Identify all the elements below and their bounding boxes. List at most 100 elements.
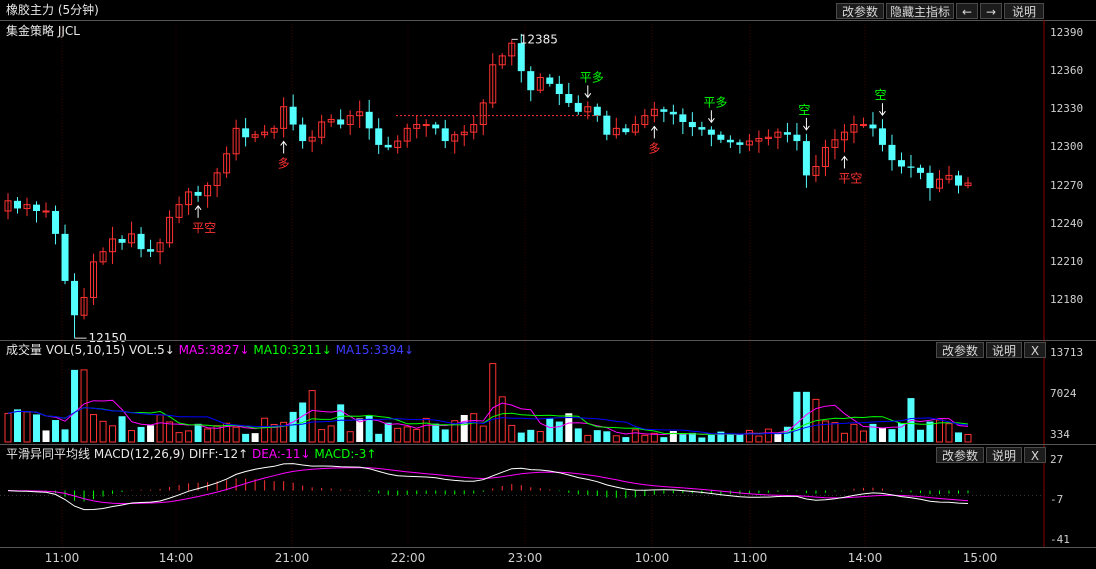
macd-edit-params-button[interactable]: 改参数 [936,447,984,463]
volume-bar [23,411,31,443]
candle-down [888,144,896,161]
volume-bar [612,435,620,443]
candle-down [793,134,801,142]
volume-bar [584,434,592,443]
volume-bar [375,433,383,442]
volume-bar [717,431,725,442]
candle-down [555,83,563,95]
volume-bar [622,437,630,442]
candle-down [33,204,41,211]
candle-down [688,122,696,128]
candle-down [926,172,934,189]
candle-down [289,106,297,125]
time-x-tick: 15:00 [962,551,998,565]
volume-edit-params-button[interactable]: 改参数 [936,342,984,358]
macd-value: MACD:-3↑ [314,447,377,461]
volume-bar [422,417,430,443]
price-y-tick: 12360 [1050,64,1084,78]
signal-label: 空 [798,103,810,117]
candle-down [118,238,126,243]
volume-bar [527,429,535,442]
time-x-tick: 14:00 [847,551,883,565]
volume-close-button[interactable]: X [1024,342,1046,358]
candle-down [432,124,440,129]
volume-bar [698,437,706,442]
candle-down [869,124,877,129]
volume-bar [403,426,411,443]
volume-ma10: MA10:3211↓ [253,343,332,357]
price-chart[interactable]: 1238512150平空多平多多平多空平空空 [0,0,1096,569]
volume-bar [945,423,953,443]
volume-bar [774,433,782,442]
volume-bar [479,425,487,443]
time-x-tick: 21:00 [274,551,310,565]
volume-bar [660,437,668,442]
macd-dea-line [7,467,969,505]
candle-down [565,94,573,103]
volume-bar [555,421,563,442]
candle-down [517,43,525,72]
candle-down [622,128,630,133]
volume-help-button[interactable]: 说明 [986,342,1022,358]
price-y-tick: 12240 [1050,216,1084,230]
candle-down [897,160,905,167]
volume-bar [745,429,753,443]
volume-bar [669,430,677,442]
candle-down [736,142,744,145]
volume-bar [641,434,649,443]
candle-down [698,127,706,130]
volume-bar [726,434,734,442]
candle-down [147,249,155,252]
time-x-tick: 10:00 [634,551,670,565]
price-y-tick: 12330 [1050,102,1084,116]
candle-down [365,111,373,129]
volume-bar [318,429,326,443]
candle-up [42,210,50,213]
price-y-tick: 12180 [1050,293,1084,306]
signal-label: 多 [648,141,660,155]
macd-help-button[interactable]: 说明 [986,447,1022,463]
volume-bar [4,412,12,443]
volume-bar [194,423,202,442]
candle-down [14,200,22,209]
signal-label: 平多 [580,70,604,84]
volume-bar [888,429,896,442]
volume-bar [71,369,79,442]
volume-bar [916,429,924,442]
volume-bar [147,425,155,442]
macd-params: MACD(12,26,9) [93,447,185,461]
volume-bar [166,421,174,443]
volume-bar [755,435,763,443]
volume-bar [156,414,164,443]
volume-bar [441,429,449,442]
candle-down [375,128,383,145]
candle-down [299,124,307,142]
macd-diff: DIFF:-12↑ [188,447,249,461]
volume-bar [603,431,611,442]
candle-down [907,166,915,168]
candle-down [546,77,554,84]
signal-label: 空 [874,88,886,102]
macd-y-tick: -41 [1050,533,1070,546]
signal-label: 多 [278,156,290,170]
price-y-tick: 12270 [1050,178,1084,192]
volume-bar [251,433,259,442]
macd-close-button[interactable]: X [1024,447,1046,463]
volume-y-tick: 7024 [1050,387,1077,400]
candle-down [679,114,687,122]
volume-bar [175,432,183,443]
volume-params: VOL(5,10,15) [45,343,126,357]
volume-y-tick: 334 [1050,428,1070,441]
candle-down [242,128,250,138]
candle-up [422,124,430,127]
volume-bar [185,430,193,443]
volume-bar [859,430,867,443]
candle-down [441,128,449,142]
volume-bar [109,425,117,443]
volume-bar [128,430,136,443]
volume-bar [831,422,839,443]
volume-bar [242,433,250,442]
candle-down [61,233,69,281]
volume-bar [289,411,297,442]
candle-down [783,132,791,135]
